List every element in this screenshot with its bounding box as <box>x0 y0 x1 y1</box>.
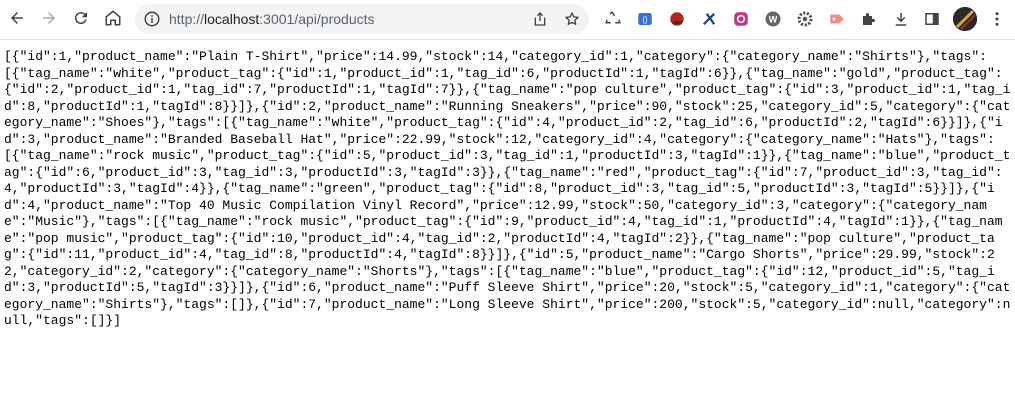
cross-icon[interactable] <box>699 9 719 29</box>
download-icon[interactable] <box>891 9 911 29</box>
url-prefix: http:// <box>169 11 205 27</box>
url-host: localhost <box>204 11 260 27</box>
arrow-left-icon <box>11 12 23 24</box>
camera-icon[interactable] <box>731 9 751 29</box>
svg-text:W: W <box>769 14 778 24</box>
stamp-icon[interactable] <box>667 9 687 29</box>
info-icon[interactable] <box>143 10 161 28</box>
recycle-icon[interactable] <box>603 9 623 29</box>
sidepanel-icon[interactable] <box>922 9 942 29</box>
forward-button[interactable] <box>37 6 61 30</box>
home-icon <box>105 10 121 26</box>
reload-button[interactable] <box>69 6 93 30</box>
share-icon[interactable] <box>532 11 548 27</box>
kebab-menu-icon[interactable] <box>987 9 1007 29</box>
star-icon[interactable] <box>564 11 580 27</box>
gear-icon[interactable] <box>795 9 815 29</box>
tag-icon[interactable] <box>827 9 847 29</box>
bracket-icon[interactable]: {} <box>635 9 655 29</box>
url-path: :3001/api/products <box>259 11 375 27</box>
profile-image <box>953 7 977 31</box>
svg-text:{}: {} <box>642 15 648 24</box>
browser-toolbar: http://localhost:3001/api/products {} W <box>0 0 1015 40</box>
reload-icon <box>74 12 87 25</box>
url-text[interactable]: http://localhost:3001/api/products <box>169 11 375 27</box>
puzzle-icon[interactable] <box>859 9 879 29</box>
back-button[interactable] <box>5 6 29 30</box>
home-button[interactable] <box>101 6 125 30</box>
avatar[interactable] <box>953 7 977 31</box>
arrow-right-icon <box>43 12 55 24</box>
json-response-body: [{"id":1,"product_name":"Plain T-Shirt",… <box>4 49 1011 328</box>
w-icon[interactable]: W <box>763 9 783 29</box>
address-bar[interactable]: http://localhost:3001/api/products <box>135 4 589 34</box>
